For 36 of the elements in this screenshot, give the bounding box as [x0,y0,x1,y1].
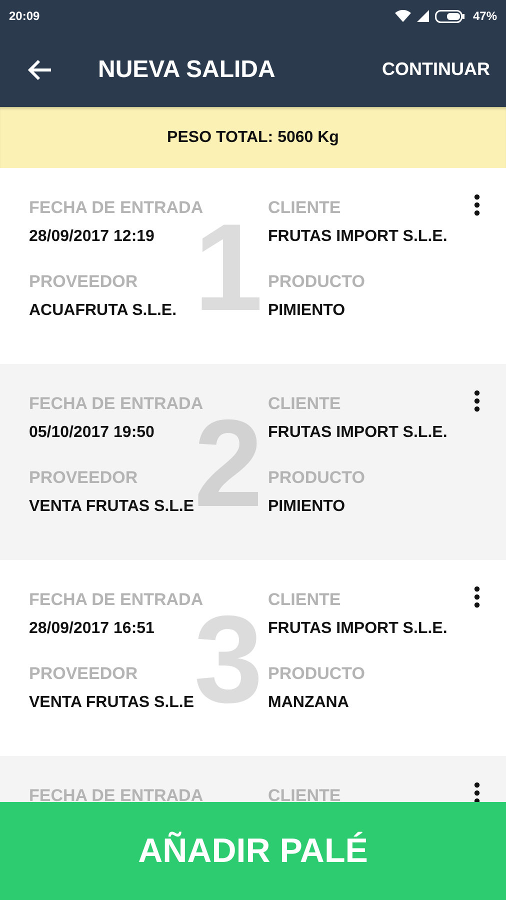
field-value: FRUTAS IMPORT S.L.E. [268,228,448,246]
field-label: PRODUCTO [268,272,365,292]
continue-button[interactable]: CONTINUAR [382,53,490,86]
signal-icon [416,10,429,22]
field-label: CLIENTE [268,590,341,610]
more-vert-icon [474,586,480,608]
field-label: FECHA DE ENTRADA [29,198,204,218]
field-label: CLIENTE [268,394,341,414]
back-arrow-icon [28,58,52,80]
field-value: 05/10/2017 19:50 [29,424,154,442]
field-value: 28/09/2017 16:51 [29,620,154,638]
battery-percent: 47% [472,9,497,23]
field-label: PROVEEDOR [29,468,138,488]
total-weight: PESO TOTAL: 5060 Kg [167,128,339,146]
field-value: FRUTAS IMPORT S.L.E. [268,620,448,638]
field-label: PRODUCTO [268,664,365,684]
more-vert-icon [474,194,480,216]
field-value: PIMIENTO [268,498,346,516]
field-value: PIMIENTO [268,302,346,320]
field-value: ACUAFRUTA S.L.E. [29,302,177,320]
field-label: FECHA DE ENTRADA [29,590,204,610]
field-value: VENTA FRUTAS S.L.E [29,694,194,712]
field-value: 28/09/2017 12:19 [29,228,154,246]
field-value: VENTA FRUTAS S.L.E [29,498,194,516]
battery-icon [434,10,465,22]
field-label: PROVEEDOR [29,664,138,684]
field-value: FRUTAS IMPORT S.L.E. [268,424,448,442]
status-time: 20:09 [9,9,41,23]
wifi-icon [394,10,411,22]
field-label: FECHA DE ENTRADA [29,394,204,414]
field-label: PRODUCTO [268,468,365,488]
field-value: MANZANA [268,694,349,712]
more-vert-icon [474,390,480,412]
screen-title: NUEVA SALIDA [98,56,276,84]
field-label: CLIENTE [268,198,341,218]
field-label: PROVEEDOR [29,272,138,292]
